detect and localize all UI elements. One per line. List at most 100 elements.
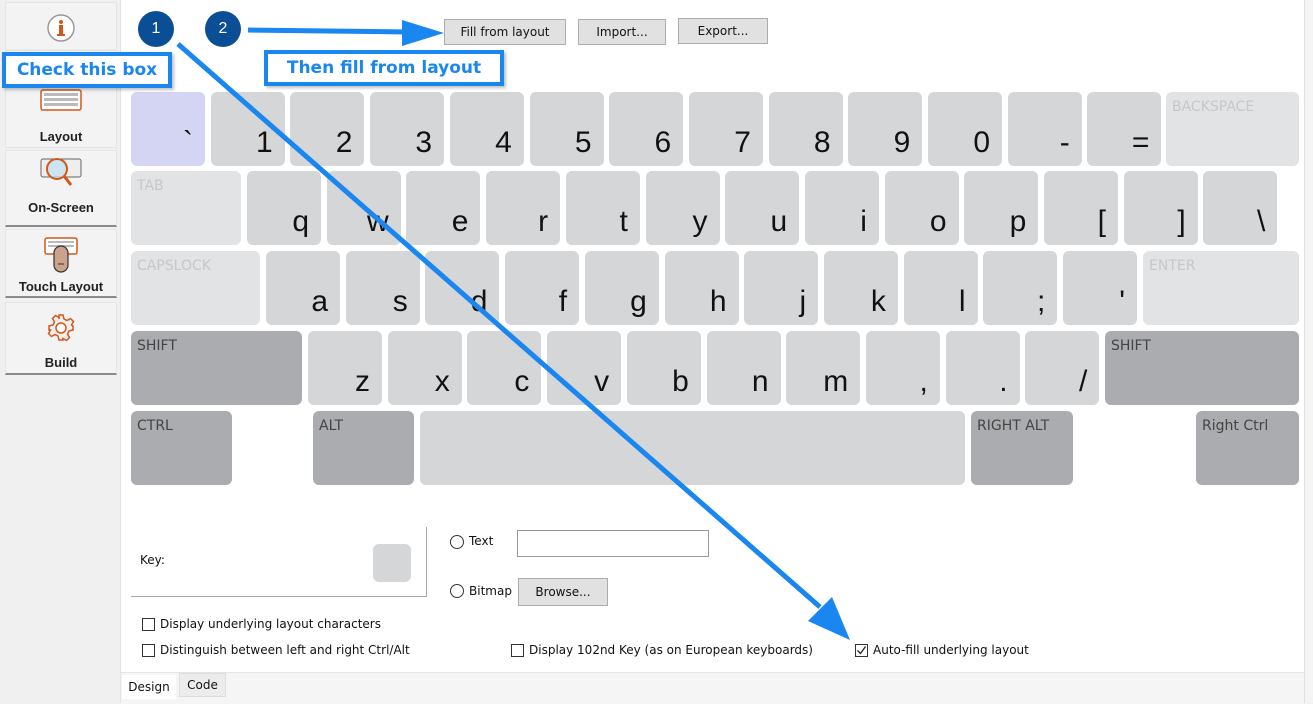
key-right-shift[interactable]: SHIFT bbox=[1105, 331, 1299, 405]
key-alt[interactable]: ALT bbox=[313, 411, 414, 485]
tab-design[interactable]: Design bbox=[122, 675, 176, 699]
key[interactable]: u bbox=[725, 171, 800, 245]
key-character: 8 bbox=[813, 126, 831, 159]
bitmap-radio[interactable] bbox=[450, 584, 464, 598]
sidebar-item-touch-layout[interactable]: Touch Layout bbox=[5, 229, 117, 298]
sidebar-item-build[interactable]: Build bbox=[5, 302, 117, 375]
browse-button[interactable]: Browse... bbox=[518, 578, 608, 606]
key[interactable]: 3 bbox=[370, 92, 445, 166]
key[interactable]: 5 bbox=[529, 92, 604, 166]
key[interactable]: t bbox=[565, 171, 640, 245]
key[interactable]: 4 bbox=[449, 92, 524, 166]
key[interactable]: p bbox=[964, 171, 1039, 245]
sidebar-item-label: Touch Layout bbox=[18, 279, 104, 294]
key[interactable]: g bbox=[584, 251, 659, 325]
key[interactable]: / bbox=[1025, 331, 1100, 405]
step1-callout: Check this box bbox=[2, 52, 172, 88]
key[interactable]: ; bbox=[983, 251, 1058, 325]
fill-from-layout-button[interactable]: Fill from layout bbox=[444, 19, 566, 45]
key[interactable]: [ bbox=[1044, 171, 1118, 245]
key[interactable]: f bbox=[505, 251, 580, 325]
key[interactable]: m bbox=[786, 331, 861, 405]
display-underlying-checkbox[interactable] bbox=[142, 618, 155, 631]
key[interactable]: a bbox=[266, 251, 340, 325]
key[interactable]: \ bbox=[1203, 171, 1278, 245]
key-left-shift[interactable]: SHIFT bbox=[131, 331, 302, 405]
keyboard-icon bbox=[40, 89, 82, 111]
key[interactable]: ' bbox=[1063, 251, 1137, 325]
key[interactable]: q bbox=[247, 171, 321, 245]
info-icon bbox=[47, 14, 75, 42]
key-tab[interactable]: TAB bbox=[131, 171, 241, 245]
key[interactable]: ] bbox=[1123, 171, 1198, 245]
key-capslock[interactable]: CAPSLOCK bbox=[131, 251, 260, 325]
text-radio[interactable] bbox=[450, 535, 464, 549]
key-backspace[interactable]: BACKSPACE bbox=[1166, 92, 1299, 166]
key[interactable]: i bbox=[804, 171, 879, 245]
distinguish-ctrl-alt-checkbox[interactable] bbox=[142, 644, 155, 657]
key[interactable]: s bbox=[345, 251, 420, 325]
key[interactable]: w bbox=[326, 171, 401, 245]
key-character: q bbox=[292, 205, 309, 238]
touch-keyboard-icon bbox=[44, 237, 78, 273]
sidebar-item-on-screen[interactable]: On-Screen bbox=[5, 150, 117, 227]
key[interactable]: x bbox=[387, 331, 462, 405]
key[interactable]: y bbox=[645, 171, 720, 245]
key[interactable]: b bbox=[626, 331, 701, 405]
key[interactable]: o bbox=[884, 171, 959, 245]
key-character: e bbox=[451, 205, 469, 238]
key[interactable]: 8 bbox=[768, 92, 843, 166]
key-character: 2 bbox=[335, 126, 353, 159]
key[interactable]: 6 bbox=[609, 92, 684, 166]
key[interactable]: 0 bbox=[928, 92, 1002, 166]
display-102nd-checkbox[interactable] bbox=[511, 644, 524, 657]
key-right-ctrl[interactable]: Right Ctrl bbox=[1196, 411, 1299, 485]
export-button[interactable]: Export... bbox=[678, 18, 768, 44]
key-ctrl[interactable]: CTRL bbox=[131, 411, 232, 485]
key[interactable]: . bbox=[945, 331, 1020, 405]
sidebar-item-info[interactable] bbox=[5, 2, 117, 50]
key[interactable]: c bbox=[467, 331, 542, 405]
tab-bar bbox=[121, 672, 1304, 704]
key[interactable]: 7 bbox=[688, 92, 763, 166]
key[interactable]: ` bbox=[131, 92, 205, 166]
key-character: d bbox=[470, 285, 488, 318]
key[interactable]: 9 bbox=[848, 92, 923, 166]
key[interactable]: 1 bbox=[210, 92, 285, 166]
key[interactable]: z bbox=[308, 331, 382, 405]
key-character: l bbox=[958, 285, 966, 318]
key[interactable]: k bbox=[823, 251, 898, 325]
import-button[interactable]: Import... bbox=[578, 19, 666, 45]
key-label: Key: bbox=[140, 553, 165, 567]
checkmark-icon bbox=[857, 646, 867, 655]
key[interactable]: , bbox=[865, 331, 940, 405]
key[interactable]: e bbox=[406, 171, 481, 245]
key-character: a bbox=[311, 285, 328, 318]
key-character: 1 bbox=[256, 126, 273, 159]
key[interactable]: v bbox=[547, 331, 622, 405]
key-character: n bbox=[751, 365, 769, 398]
key[interactable]: - bbox=[1007, 92, 1082, 166]
key-space[interactable] bbox=[420, 411, 965, 485]
text-input[interactable] bbox=[517, 530, 709, 557]
key[interactable]: j bbox=[744, 251, 819, 325]
key-enter[interactable]: ENTER bbox=[1143, 251, 1299, 325]
key-name: ALT bbox=[319, 418, 344, 434]
key[interactable]: l bbox=[903, 251, 978, 325]
key-character: s bbox=[392, 285, 408, 318]
key[interactable]: = bbox=[1087, 92, 1162, 166]
key[interactable]: n bbox=[706, 331, 781, 405]
scrollbar[interactable] bbox=[1304, 0, 1313, 703]
key[interactable]: h bbox=[664, 251, 739, 325]
auto-fill-label: Auto-fill underlying layout bbox=[873, 643, 1029, 657]
key-character: t bbox=[619, 205, 628, 238]
key-character: [ bbox=[1097, 205, 1106, 238]
key-character: ' bbox=[1119, 285, 1125, 318]
key-right-alt[interactable]: RIGHT ALT bbox=[971, 411, 1073, 485]
auto-fill-checkbox[interactable] bbox=[855, 644, 868, 657]
key-character: / bbox=[1078, 365, 1088, 398]
key[interactable]: d bbox=[425, 251, 500, 325]
key[interactable]: 2 bbox=[290, 92, 365, 166]
key[interactable]: r bbox=[486, 171, 561, 245]
tab-code[interactable]: Code bbox=[179, 673, 226, 697]
